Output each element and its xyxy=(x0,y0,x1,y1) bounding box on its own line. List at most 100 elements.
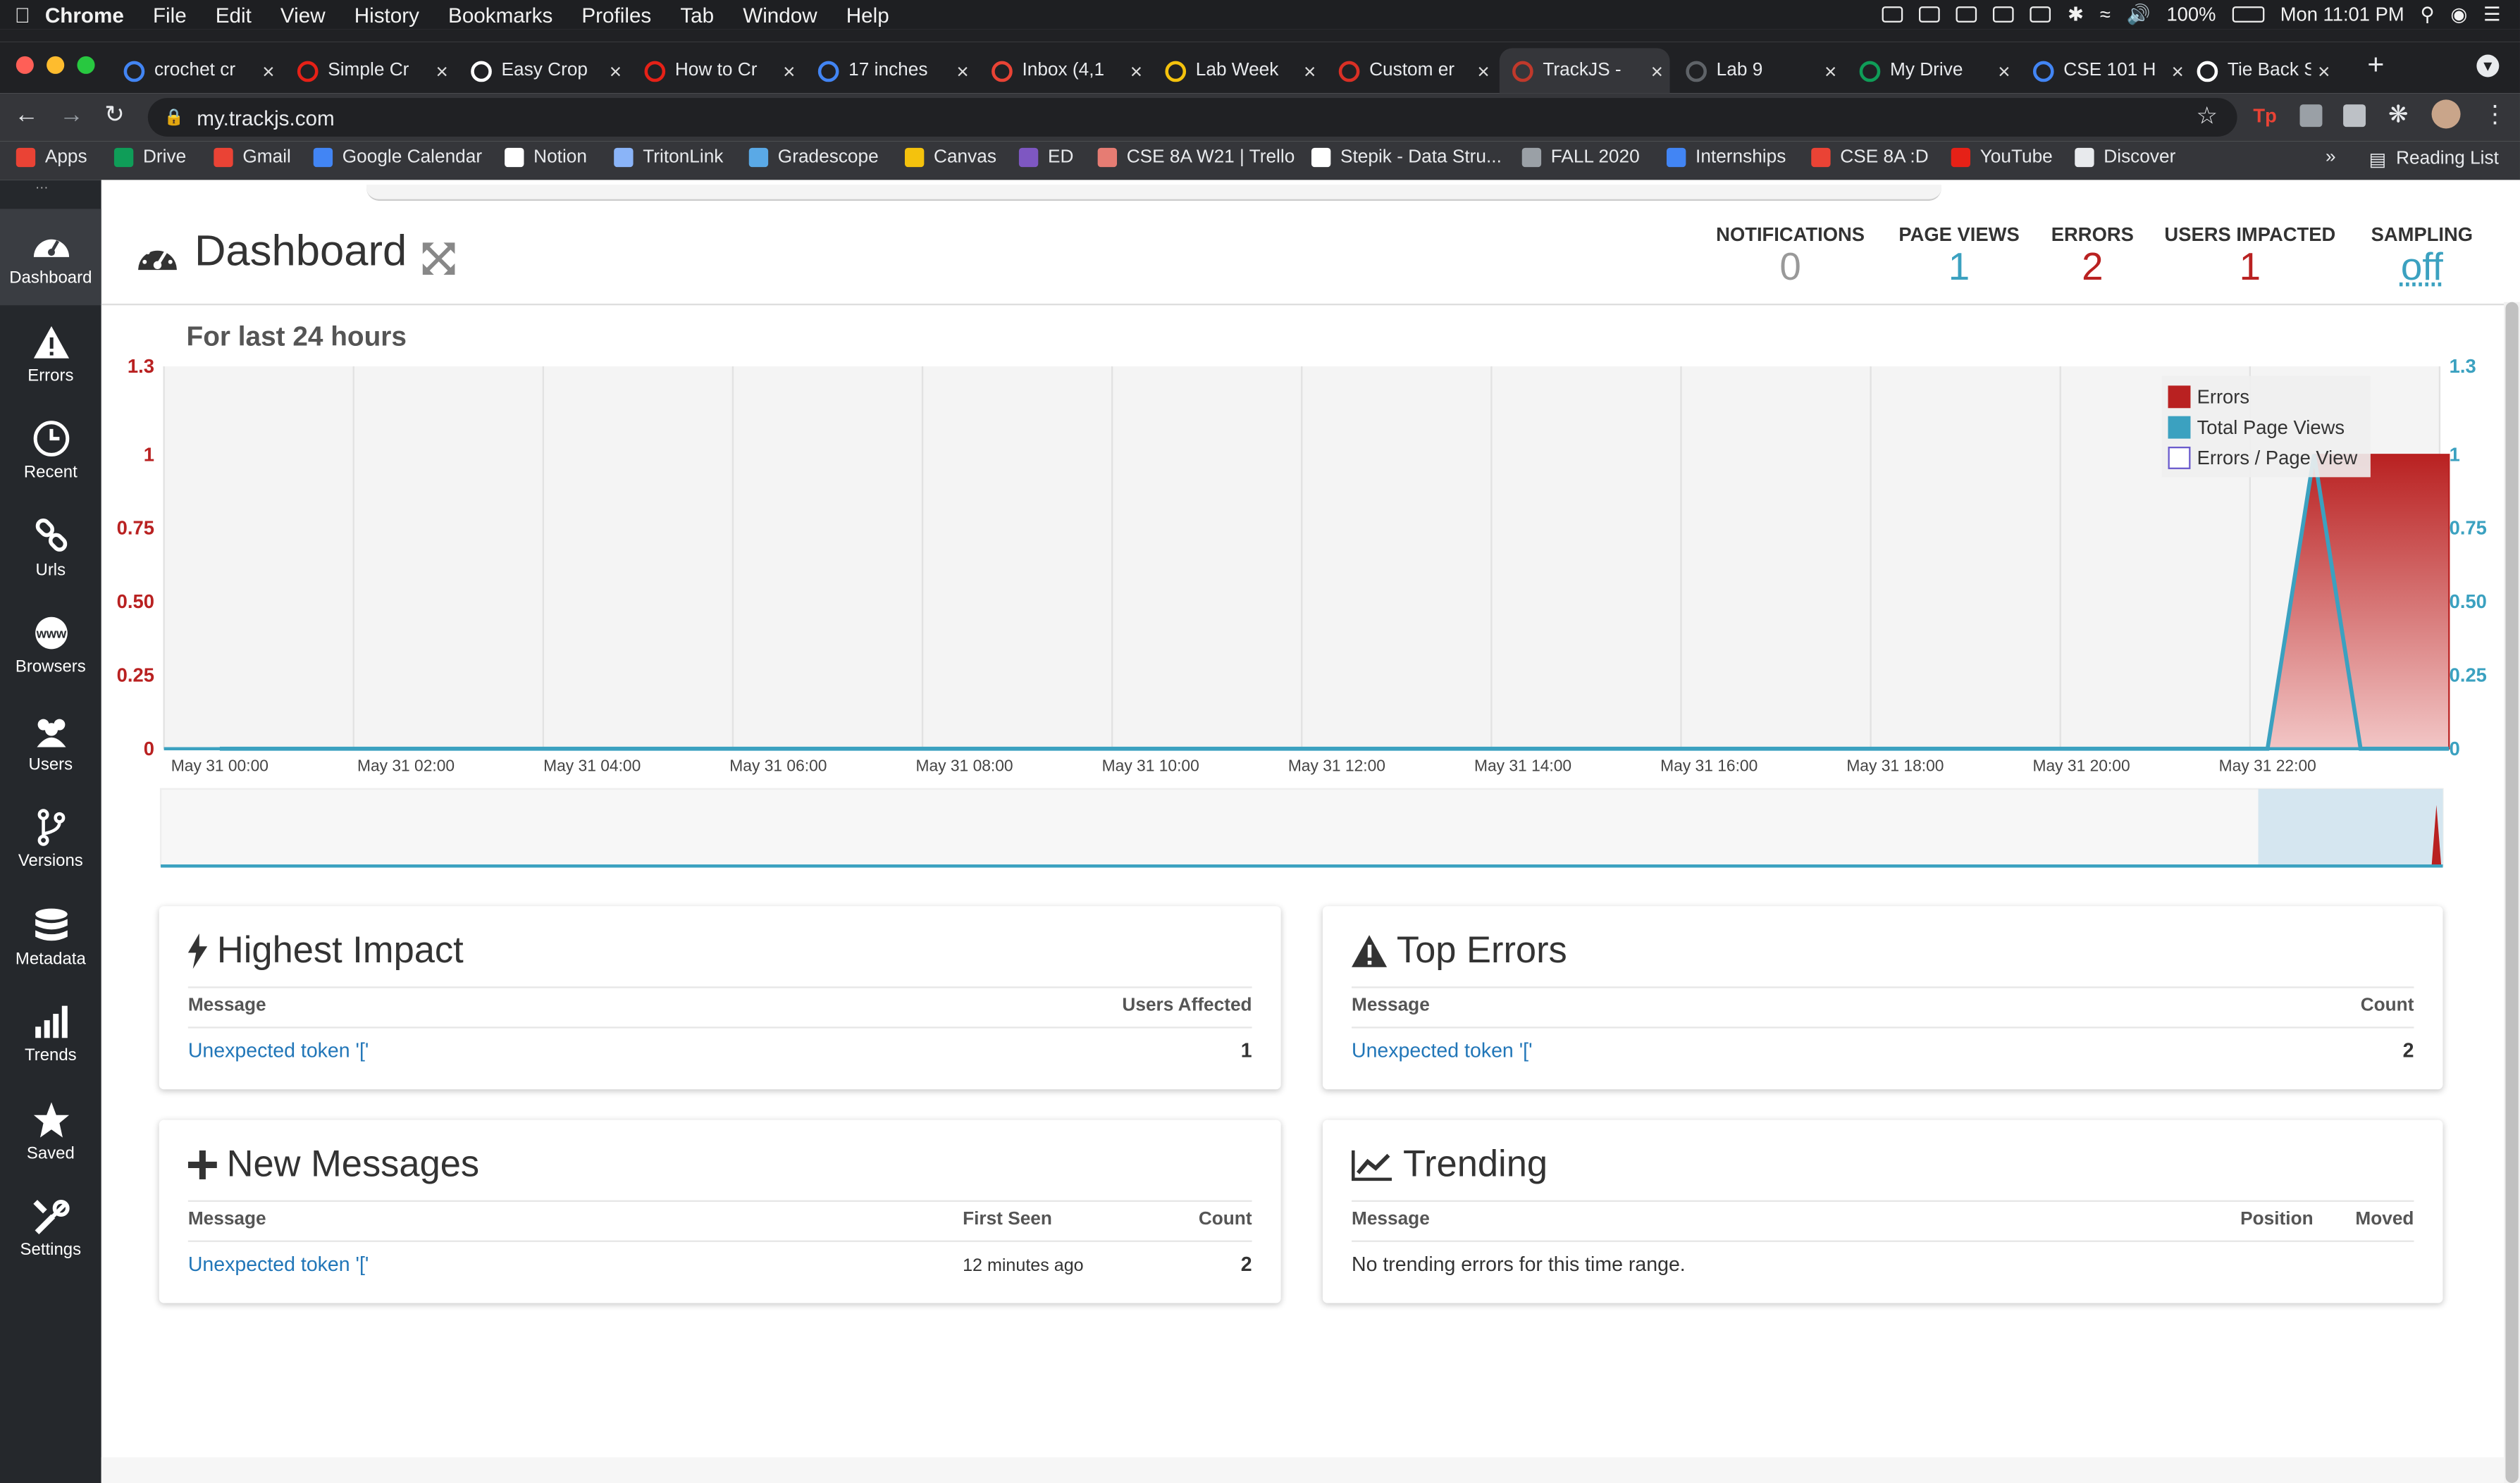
tab-close-icon[interactable]: × xyxy=(950,58,975,82)
tab-close-icon[interactable]: × xyxy=(1123,58,1149,82)
bookmark-star-icon[interactable]: ☆ xyxy=(2197,101,2218,130)
col-count[interactable]: Count xyxy=(2361,996,2414,1015)
menu-file[interactable]: File xyxy=(153,2,187,26)
page-scrollbar[interactable] xyxy=(2504,302,2520,1483)
menu-profiles[interactable]: Profiles xyxy=(581,2,651,26)
more-bookmarks-button[interactable]: » xyxy=(2326,148,2336,167)
browser-tab[interactable]: Tie Back S × xyxy=(2184,48,2337,93)
legend-item-errors[interactable]: Errors xyxy=(2168,381,2358,411)
tab-search-icon[interactable]: ▼ xyxy=(2476,55,2499,77)
spotlight-icon[interactable]: ⚲ xyxy=(2420,4,2434,26)
sidebar-item-trends[interactable]: Trends xyxy=(0,986,101,1083)
legend-item-page-views[interactable]: Total Page Views xyxy=(2168,411,2358,442)
menu-help[interactable]: Help xyxy=(846,2,889,26)
avatar[interactable] xyxy=(2432,99,2461,128)
address-bar[interactable]: 🔒 my.trackjs.com ☆ xyxy=(148,98,2237,137)
bookmark-item[interactable]: Gmail xyxy=(214,148,291,167)
chrome-menu-icon[interactable]: ⋮ xyxy=(2483,99,2507,128)
range-selection[interactable] xyxy=(2259,789,2443,866)
window-icon[interactable] xyxy=(1957,6,1978,23)
browser-tab[interactable]: My Drive × xyxy=(1846,48,2017,93)
browser-tab[interactable]: crochet cr × xyxy=(111,48,281,93)
bookmark-item[interactable]: Stepik - Data Stru... xyxy=(1311,148,1502,167)
bookmark-item[interactable]: TritonLink xyxy=(614,148,723,167)
sidebar-item-versions[interactable]: Versions xyxy=(0,792,101,888)
new-tab-button[interactable]: + xyxy=(2367,48,2384,82)
zoom-window-button[interactable] xyxy=(77,56,94,74)
browser-tab[interactable]: TrackJS - × xyxy=(1500,48,1670,93)
bookmark-item[interactable]: CSE 8A :D xyxy=(1811,148,1928,167)
bookmark-item[interactable]: YouTube xyxy=(1951,148,2053,167)
browser-tab[interactable]: 17 inches × xyxy=(805,48,976,93)
menu-app-name[interactable]: Chrome xyxy=(45,2,124,26)
errors-chart[interactable]: 0 0 0.25 0.25 0.50 0.50 0.75 0.75 1 1 1.3 1.3 May 31… xyxy=(101,340,2504,886)
sidebar-item-errors[interactable]: Errors xyxy=(0,306,101,402)
reading-list-button[interactable]: ▤ Reading List xyxy=(2369,148,2499,170)
range-navigator[interactable] xyxy=(161,789,2442,866)
bookmark-item[interactable]: Google Calendar xyxy=(314,148,482,167)
menu-bookmarks[interactable]: Bookmarks xyxy=(448,2,552,26)
stat-users-impacted[interactable]: USERS IMPACTED 1 xyxy=(2154,223,2347,291)
error-message-link[interactable]: Unexpected token '[' xyxy=(188,1040,369,1062)
browser-tab[interactable]: Easy Crop × xyxy=(458,48,629,93)
col-message[interactable]: Message xyxy=(1352,996,1430,1015)
sidebar-item-saved[interactable]: Saved xyxy=(0,1084,101,1180)
bluetooth-icon[interactable]: ✱ xyxy=(2068,4,2084,26)
volume-icon[interactable]: 🔊 xyxy=(2127,4,2151,26)
bookmark-item[interactable]: Gradescope xyxy=(749,148,879,167)
error-message-link[interactable]: Unexpected token '[' xyxy=(188,1253,369,1276)
bookmark-item[interactable]: FALL 2020 xyxy=(1522,148,1640,167)
battery-icon[interactable] xyxy=(2232,6,2264,23)
menu-window[interactable]: Window xyxy=(743,2,817,26)
sidebar-item-urls[interactable]: Urls xyxy=(0,500,101,597)
browser-tab[interactable]: How to Cr × xyxy=(631,48,802,93)
legend-item-ratio[interactable]: Errors / Page View xyxy=(2168,442,2358,472)
sidebar-item-dashboard[interactable]: Dashboard xyxy=(0,209,101,305)
tab-close-icon[interactable]: × xyxy=(1991,58,2017,82)
puzzle-icon[interactable]: ❋ xyxy=(2388,99,2409,128)
tab-close-icon[interactable]: × xyxy=(1817,58,1843,82)
apple-icon[interactable]:  xyxy=(0,2,45,26)
col-message[interactable]: Message xyxy=(1352,1210,1430,1229)
sidebar-item-browsers[interactable]: www Browsers xyxy=(0,597,101,694)
bookmark-item[interactable]: Internships xyxy=(1667,148,1786,167)
bookmark-item[interactable]: CSE 8A W21 | Trello xyxy=(1098,148,1295,167)
menu-edit[interactable]: Edit xyxy=(216,2,252,26)
close-window-button[interactable] xyxy=(16,56,34,74)
tab-close-icon[interactable]: × xyxy=(2311,58,2337,82)
stat-notifications[interactable]: NOTIFICATIONS 0 xyxy=(1694,223,1887,291)
extension-icon[interactable] xyxy=(2300,104,2323,127)
stat-sampling[interactable]: SAMPLING off xyxy=(2326,223,2519,291)
airplay-icon[interactable] xyxy=(1994,6,2015,23)
browser-tab[interactable]: Inbox (4,1 × xyxy=(979,48,1149,93)
back-icon[interactable]: ← xyxy=(15,101,39,129)
col-first-seen[interactable]: First Seen xyxy=(963,1210,1052,1229)
tab-close-icon[interactable]: × xyxy=(1644,58,1669,82)
browser-tab[interactable]: Custom er × xyxy=(1326,48,1496,93)
control-center-icon[interactable]: ☰ xyxy=(2483,4,2501,26)
tab-close-icon[interactable]: × xyxy=(603,58,628,82)
bookmark-item[interactable]: Apps xyxy=(16,148,87,167)
sidebar-item-recent[interactable]: Recent xyxy=(0,403,101,499)
siri-icon[interactable]: ◉ xyxy=(2450,4,2467,26)
bookmark-item[interactable]: ED xyxy=(1019,148,1074,167)
bookmark-item[interactable]: Drive xyxy=(114,148,186,167)
forward-icon[interactable]: → xyxy=(59,101,83,129)
tab-close-icon[interactable]: × xyxy=(1471,58,1496,82)
tab-close-icon[interactable]: × xyxy=(1297,58,1322,82)
wifi-icon[interactable]: ≈ xyxy=(2100,4,2111,26)
col-message[interactable]: Message xyxy=(188,1210,266,1229)
minimize-window-button[interactable] xyxy=(47,56,64,74)
reload-icon[interactable]: ↻ xyxy=(104,99,125,128)
col-users-affected[interactable]: Users Affected xyxy=(1122,996,1252,1015)
extension-tp-icon[interactable]: Tp xyxy=(2253,104,2276,127)
extension-icon-2[interactable] xyxy=(2343,104,2366,127)
calendar-icon[interactable] xyxy=(2031,6,2052,23)
bookmark-item[interactable]: Discover xyxy=(2075,148,2175,167)
bookmark-item[interactable]: Notion xyxy=(505,148,587,167)
menu-tab[interactable]: Tab xyxy=(680,2,714,26)
url-text[interactable]: my.trackjs.com xyxy=(197,105,334,129)
browser-tab[interactable]: Simple Cr × xyxy=(285,48,455,93)
browser-tab[interactable]: CSE 101 H × xyxy=(2020,48,2191,93)
col-moved[interactable]: Moved xyxy=(2355,1210,2414,1229)
